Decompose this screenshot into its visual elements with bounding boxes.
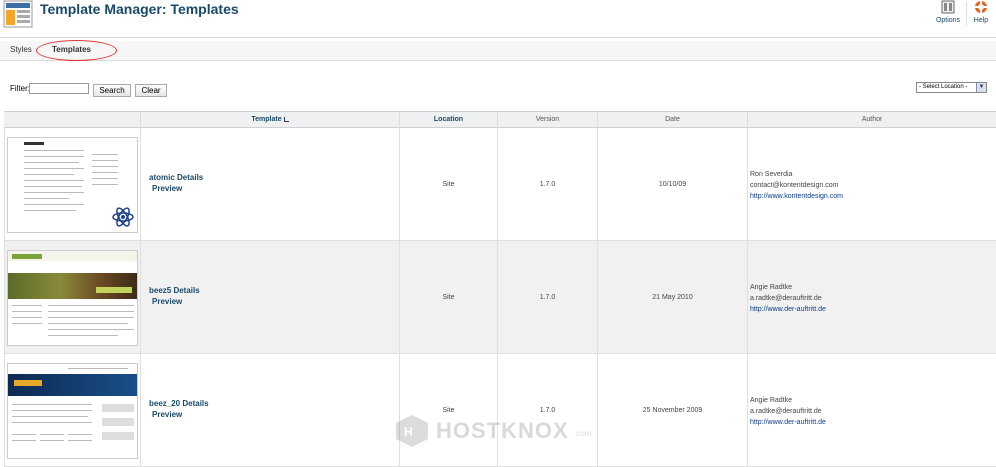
date-cell: 21 May 2010: [597, 241, 747, 354]
options-label: Options: [935, 17, 961, 24]
location-cell: Site: [399, 128, 497, 241]
watermark-suffix: .com: [574, 429, 592, 438]
filter-bar: Filter: Search Clear - Select Location -…: [0, 76, 996, 104]
table-row: beez5 Details Preview Site 1.7.0 21 May …: [4, 241, 996, 354]
atom-logo-icon: [112, 207, 134, 227]
author-url-link[interactable]: http://www.der-auftritt.de: [750, 304, 826, 315]
header: Template Manager: Templates Options Help: [0, 0, 996, 38]
tab-styles[interactable]: Styles: [10, 45, 32, 54]
date-cell: 25 November 2009: [597, 354, 747, 467]
author-email: a.radtke@derauftritt.de: [750, 295, 822, 302]
table-row: atomic Details Preview Site 1.7.0 10/10/…: [4, 128, 996, 241]
column-header-location[interactable]: Location: [399, 112, 497, 128]
table-header: Template Location Version Date Author: [4, 111, 996, 128]
help-label: Help: [973, 17, 989, 24]
svg-text:H: H: [404, 425, 413, 439]
author-cell: Angie Radtke a.radtke@derauftritt.de htt…: [747, 241, 996, 354]
clear-button[interactable]: Clear: [135, 84, 167, 97]
author-url-link[interactable]: http://www.der-auftritt.de: [750, 417, 826, 428]
author-url-link[interactable]: http://www.kontentdesign.com: [750, 191, 843, 202]
column-header-author: Author: [747, 112, 996, 128]
template-manager-icon: [3, 0, 33, 28]
column-header-template-label: Template: [251, 116, 282, 123]
options-icon: [941, 0, 955, 14]
watermark-text: HOSTKNOX: [436, 418, 569, 443]
version-cell: 1.7.0: [497, 128, 597, 241]
thumbnail-cell: [4, 354, 140, 467]
template-details-link[interactable]: atomic Details: [149, 172, 203, 183]
column-header-date: Date: [597, 112, 747, 128]
template-thumbnail-beez_20[interactable]: [7, 363, 138, 459]
template-preview-link[interactable]: Preview: [152, 409, 209, 420]
template-name-cell: beez5 Details Preview: [140, 241, 399, 354]
template-name-cell: beez_20 Details Preview: [140, 354, 399, 467]
author-name: Angie Radtke: [750, 284, 793, 291]
version-cell: 1.7.0: [497, 354, 597, 467]
author-name: Ron Severdia: [750, 171, 793, 178]
thumbnail-cell: [4, 128, 140, 241]
thumbnail-cell: [4, 241, 140, 354]
table-row: beez_20 Details Preview Site 1.7.0 25 No…: [4, 354, 996, 467]
options-button[interactable]: Options: [930, 0, 966, 34]
location-cell: Site: [399, 354, 497, 467]
location-select[interactable]: - Select Location - ▼: [916, 82, 987, 93]
location-select-value: - Select Location -: [919, 84, 968, 90]
submenu: Styles Templates: [0, 41, 996, 61]
template-thumbnail-atomic[interactable]: [7, 137, 138, 233]
column-header-thumbnail: [4, 112, 140, 128]
sort-icon: [283, 116, 289, 122]
watermark: H HOSTKNOX .com: [394, 412, 604, 450]
template-details-link[interactable]: beez_20 Details: [149, 398, 209, 409]
author-cell: Ron Severdia contact@kontentdesign.com h…: [747, 128, 996, 241]
template-details-link[interactable]: beez5 Details: [149, 285, 200, 296]
chevron-down-icon: ▼: [976, 83, 986, 92]
page-title: Template Manager: Templates: [40, 1, 239, 17]
search-button[interactable]: Search: [93, 84, 131, 97]
template-preview-link[interactable]: Preview: [152, 296, 200, 307]
help-button[interactable]: Help: [966, 0, 996, 34]
filter-label: Filter:: [10, 84, 30, 93]
hostknox-logo-icon: H: [396, 415, 428, 447]
template-name-cell: atomic Details Preview: [140, 128, 399, 241]
author-email: contact@kontentdesign.com: [750, 182, 839, 189]
version-cell: 1.7.0: [497, 241, 597, 354]
filter-input[interactable]: [29, 83, 89, 94]
author-name: Angie Radtke: [750, 397, 793, 404]
help-icon: [974, 0, 988, 14]
column-header-template[interactable]: Template: [140, 112, 399, 128]
author-email: a.radtke@derauftritt.de: [750, 408, 822, 415]
annotation-highlight-ring: [36, 40, 117, 61]
author-cell: Angie Radtke a.radtke@derauftritt.de htt…: [747, 354, 996, 467]
date-cell: 10/10/09: [597, 128, 747, 241]
template-preview-link[interactable]: Preview: [152, 183, 203, 194]
column-header-version: Version: [497, 112, 597, 128]
template-thumbnail-beez5[interactable]: [7, 250, 138, 346]
location-cell: Site: [399, 241, 497, 354]
